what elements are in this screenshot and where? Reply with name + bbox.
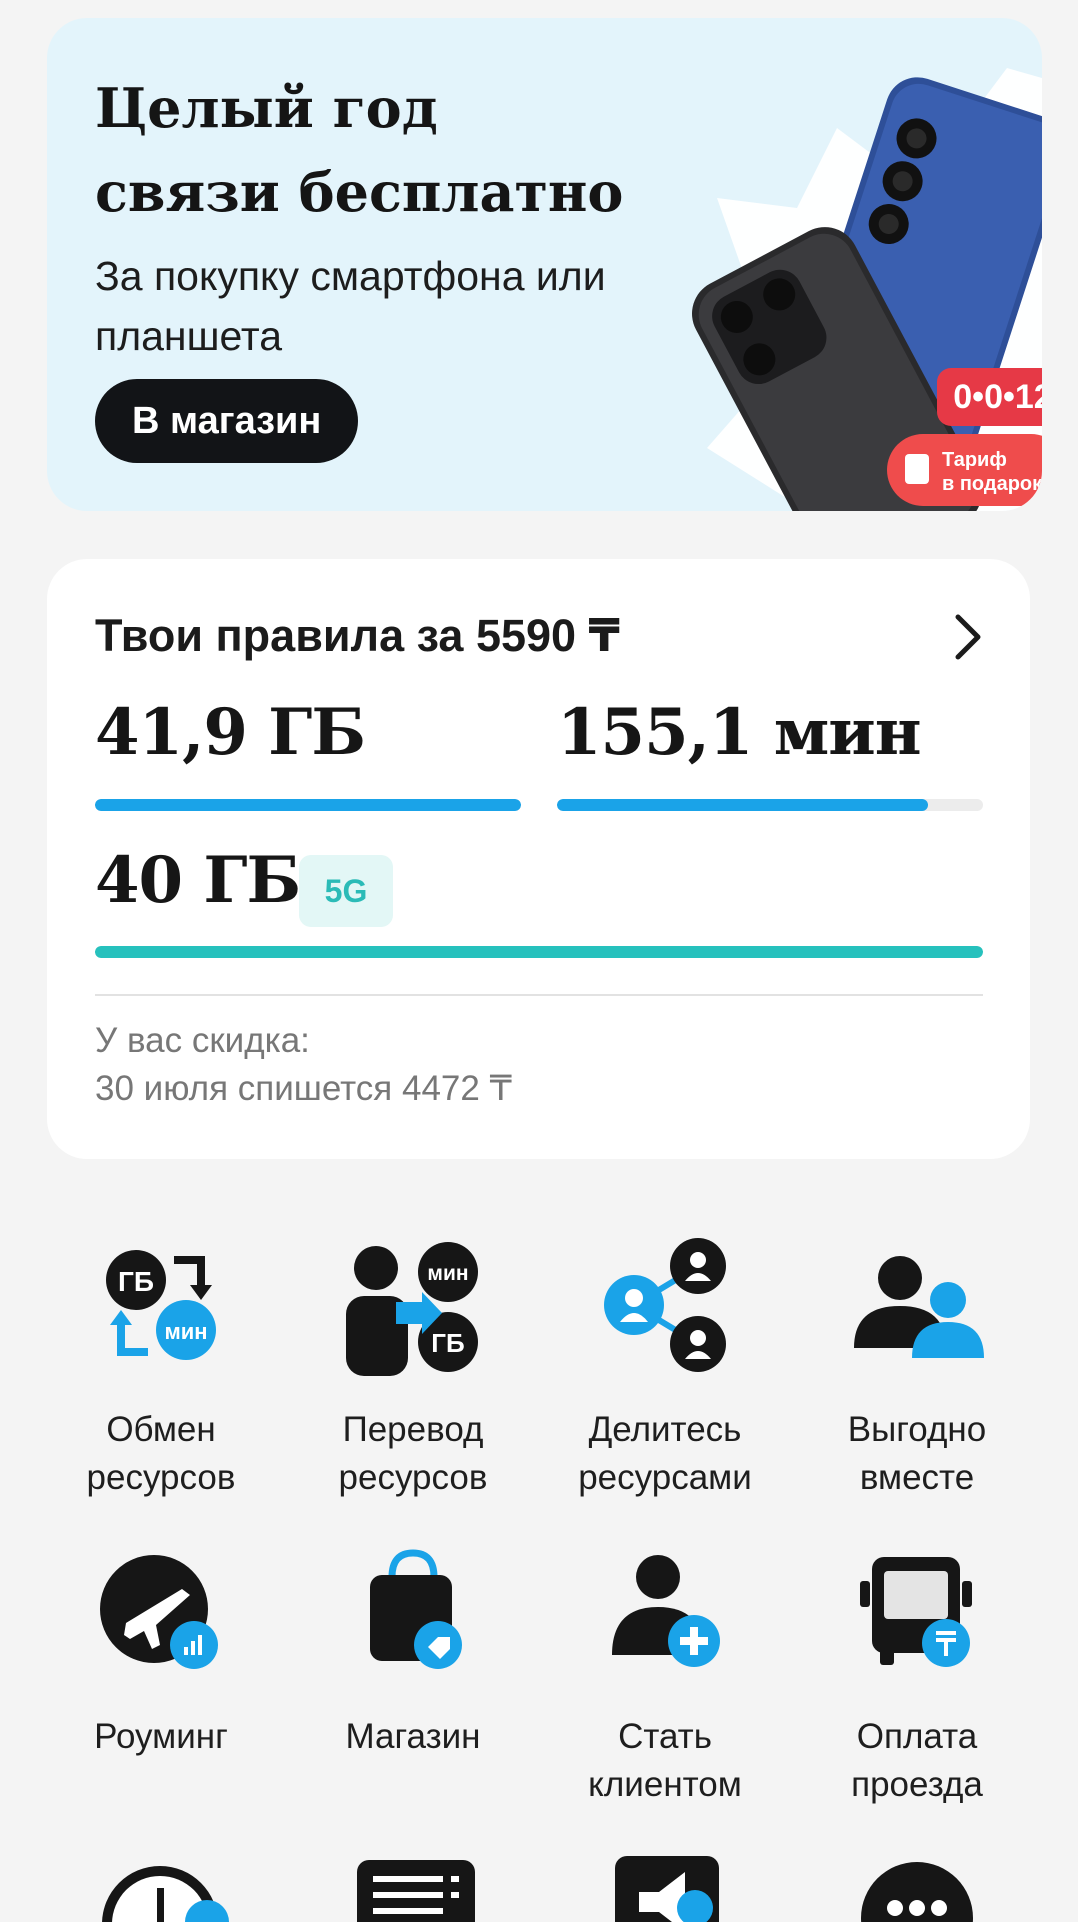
promo-title: Целый год связи бесплатно [95, 76, 624, 224]
minutes-remaining: 155,1 мин [557, 695, 922, 770]
service-label: Выгодно вместе [847, 1410, 987, 1497]
service-label: Магазин [345, 1717, 481, 1756]
promo-banner[interactable]: Целый год связи бесплатно За покупку сма… [47, 18, 1042, 511]
data-progress-bar [95, 799, 521, 811]
transport-payment-icon [860, 1557, 972, 1667]
data-remaining: 41,9 ГБ [95, 695, 366, 770]
service-label: Оплата проезда [851, 1717, 983, 1804]
svg-text:Тариф: Тариф [942, 449, 1007, 471]
svg-text:ГБ: ГБ [118, 1266, 154, 1297]
tariff-code-sticker: 0•0•12 [937, 368, 1042, 426]
service-label: Роуминг [94, 1717, 228, 1756]
data-5g-progress-bar [95, 946, 983, 958]
divider [95, 994, 983, 996]
more-icon[interactable] [851, 1852, 1001, 1922]
transfer-resources-icon: мин ГБ [346, 1242, 478, 1376]
service-roaming[interactable]: Роуминг [35, 1537, 287, 1761]
tariff-card[interactable]: Твои правила за 5590 ₸ 41,9 ГБ 155,1 мин… [47, 559, 1030, 1159]
5g-badge: 5G [299, 855, 393, 927]
service-resource-transfer[interactable]: мин ГБ Перевод ресурсов [287, 1230, 539, 1502]
shop-button[interactable]: В магазин [95, 379, 359, 463]
svg-text:в подарок: в подарок [942, 473, 1042, 495]
shop-icon [370, 1549, 462, 1669]
svg-text:0•0•12: 0•0•12 [953, 378, 1042, 416]
clock-icon[interactable] [95, 1852, 245, 1922]
service-label: Делитесь ресурсами [578, 1410, 752, 1497]
svg-text:мин: мин [427, 1262, 468, 1285]
service-together[interactable]: Выгодно вместе [791, 1230, 1043, 1502]
service-label: Стать клиентом [588, 1717, 742, 1804]
minutes-progress-bar [557, 799, 983, 811]
service-become-client[interactable]: Стать клиентом [539, 1537, 791, 1809]
smartphones-illustration: 0•0•12 Тариф в подарок [692, 68, 1042, 511]
svg-text:мин: мин [164, 1319, 207, 1344]
service-shop[interactable]: Магазин [287, 1537, 539, 1761]
chevron-right-icon[interactable] [948, 611, 988, 663]
tariff-title: Твои правила за 5590 ₸ [95, 610, 620, 661]
become-client-icon [612, 1555, 720, 1667]
svg-text:ГБ: ГБ [431, 1328, 464, 1358]
together-icon [854, 1256, 984, 1358]
roaming-icon [100, 1555, 218, 1669]
data-5g-remaining: 40 ГБ [95, 843, 301, 918]
discount-label: У вас скидка: [95, 1021, 310, 1060]
megaphone-icon[interactable] [599, 1852, 749, 1922]
gift-tariff-sticker: Тариф в подарок [887, 434, 1042, 506]
service-label: Перевод ресурсов [338, 1410, 488, 1497]
document-list-icon[interactable] [347, 1852, 497, 1922]
service-resource-exchange[interactable]: ГБ мин Обмен ресурсов [35, 1230, 287, 1502]
exchange-resources-icon: ГБ мин [106, 1250, 216, 1360]
discount-note: 30 июля спишется 4472 ₸ [95, 1069, 512, 1108]
share-resources-icon [604, 1238, 726, 1372]
promo-subtitle: За покупку смартфона или планшета [95, 253, 606, 359]
service-share-resources[interactable]: Делитесь ресурсами [539, 1230, 791, 1502]
service-transport-payment[interactable]: Оплата проезда [791, 1537, 1043, 1809]
service-label: Обмен ресурсов [86, 1410, 236, 1497]
